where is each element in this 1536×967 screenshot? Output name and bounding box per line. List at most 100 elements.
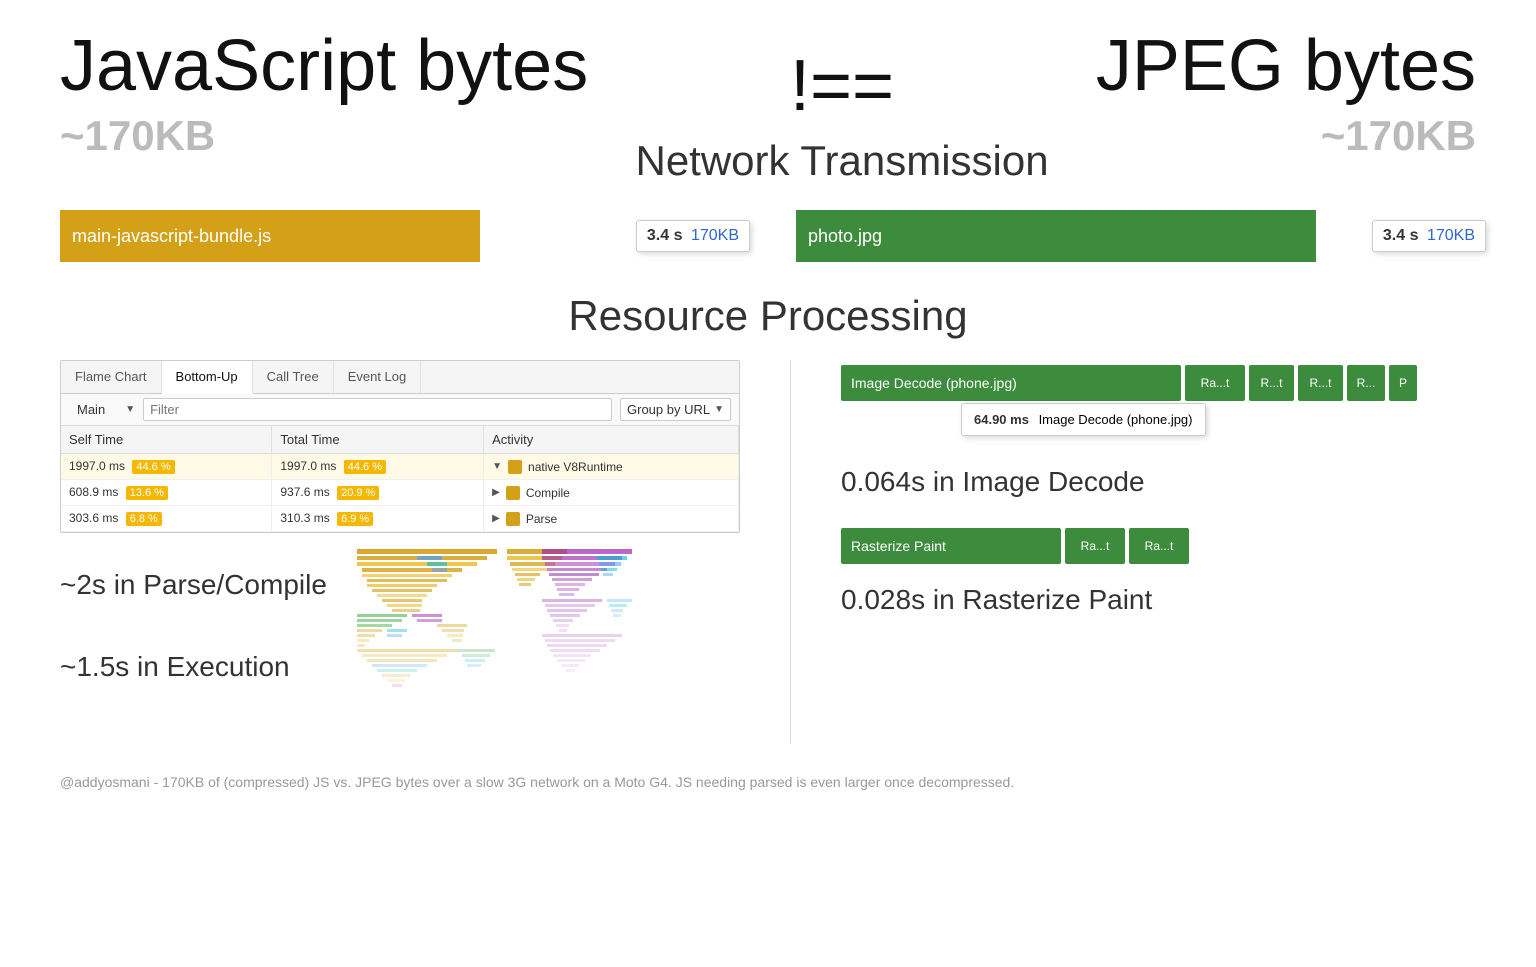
- activity-cell: ▼ native V8Runtime: [484, 454, 739, 480]
- activity-label: Parse: [526, 512, 557, 526]
- decode-tooltip-label: Image Decode (phone.jpg): [1039, 412, 1193, 427]
- activity-inner: ▶ Parse: [492, 512, 730, 526]
- tab-event-log[interactable]: Event Log: [334, 361, 422, 393]
- jpeg-bar-label: photo.jpg: [808, 226, 882, 247]
- total-pct-badge: 6.9 %: [337, 512, 373, 526]
- activity-header[interactable]: Activity: [484, 426, 739, 454]
- flame-right: [542, 549, 632, 672]
- table-row: 1997.0 ms 44.6 % 1997.0 ms 44.6 % ▼ nati…: [61, 454, 739, 480]
- group-by-dropdown[interactable]: Group by URL ▼: [620, 398, 731, 421]
- total-time-header[interactable]: Total Time: [272, 426, 484, 454]
- js-bar-container: main-javascript-bundle.js 3.4 s 170KB: [60, 210, 740, 262]
- devtools-panel: Flame Chart Bottom-Up Call Tree Event Lo…: [60, 360, 740, 533]
- jpeg-bar-tooltip: 3.4 s 170KB: [1372, 220, 1486, 252]
- self-time-cell: 1997.0 ms 44.6 %: [61, 454, 272, 480]
- decode-tooltip: 64.90 ms Image Decode (phone.jpg): [961, 403, 1206, 436]
- self-pct-badge: 13.6 %: [126, 486, 168, 500]
- rasterize-small-bar-2: Ra...t: [1129, 528, 1189, 564]
- self-time-header[interactable]: Self Time: [61, 426, 272, 454]
- total-pct-badge: 44.6 %: [344, 460, 386, 474]
- rasterize-time-label: 0.028s in Rasterize Paint: [841, 564, 1417, 621]
- devtools-tabs: Flame Chart Bottom-Up Call Tree Event Lo…: [61, 361, 739, 394]
- header-section: JavaScript bytes ~170KB !== Network Tran…: [0, 0, 1536, 195]
- decode-main-bar: Image Decode (phone.jpg): [841, 365, 1181, 401]
- text-labels-left: ~2s in Parse/Compile ~1.5s in Execution: [60, 549, 327, 688]
- flame-and-execution: ~1.5s in Execution: [60, 641, 327, 688]
- jpeg-bar: photo.jpg: [796, 210, 1316, 262]
- network-left: main-javascript-bundle.js 3.4 s 170KB: [60, 210, 740, 262]
- decode-small-bar-5: P: [1389, 365, 1417, 401]
- right-panel: Image Decode (phone.jpg) Ra...t R...t R.…: [841, 360, 1417, 744]
- table-header: Self Time Total Time Activity: [61, 426, 739, 454]
- self-time-cell: 303.6 ms 6.8 %: [61, 506, 272, 532]
- total-time-cell: 1997.0 ms 44.6 %: [272, 454, 484, 480]
- main-content: Flame Chart Bottom-Up Call Tree Event Lo…: [0, 350, 1536, 754]
- self-pct-badge: 6.8 %: [126, 512, 162, 526]
- self-pct-badge: 44.6 %: [132, 460, 174, 474]
- decode-small-bar-1: Ra...t: [1185, 365, 1245, 401]
- js-tooltip-time: 3.4 s: [647, 227, 683, 244]
- js-bar: main-javascript-bundle.js: [60, 210, 480, 262]
- bottom-left-section: ~2s in Parse/Compile ~1.5s in Execution: [60, 549, 740, 744]
- decode-small-bar-2: R...t: [1249, 365, 1294, 401]
- divider-line: [790, 360, 791, 744]
- network-right: photo.jpg 3.4 s 170KB: [796, 210, 1476, 262]
- parse-compile-label: ~2s in Parse/Compile: [60, 549, 327, 611]
- activity-inner: ▶ Compile: [492, 486, 730, 500]
- total-pct-badge: 20.9 %: [337, 486, 379, 500]
- decode-small-bar-4: R...: [1347, 365, 1385, 401]
- activity-cell: ▶ Parse: [484, 506, 739, 532]
- flame-left: [357, 549, 497, 687]
- not-equal-sign: !==: [790, 50, 894, 122]
- execution-label: ~1.5s in Execution: [60, 641, 327, 688]
- devtools-table: Self Time Total Time Activity 1997.0 ms …: [61, 426, 739, 532]
- flame-chart-visual: [357, 539, 637, 744]
- rasterize-bar-label: Rasterize Paint: [851, 538, 946, 554]
- expand-arrow[interactable]: ▼: [492, 461, 502, 472]
- rasterize-small-bar-1: Ra...t: [1065, 528, 1125, 564]
- activity-label: native V8Runtime: [528, 460, 623, 474]
- header-right: JPEG bytes ~170KB: [1096, 30, 1476, 160]
- jpeg-size-label: ~170KB: [1321, 112, 1476, 160]
- decode-small-bar-3: R...t: [1298, 365, 1343, 401]
- main-label: Main: [69, 398, 113, 421]
- tab-call-tree[interactable]: Call Tree: [253, 361, 334, 393]
- js-tooltip-size: 170KB: [691, 227, 739, 244]
- activity-icon: [508, 460, 522, 474]
- activity-icon: [506, 512, 520, 526]
- activity-icon: [506, 486, 520, 500]
- rasterize-section: Rasterize Paint Ra...t Ra...t 0.028s in …: [841, 528, 1417, 621]
- group-dropdown-arrow: ▼: [714, 404, 724, 415]
- total-time-cell: 310.3 ms 6.9 %: [272, 506, 484, 532]
- activity-cell: ▶ Compile: [484, 480, 739, 506]
- flame-chart-svg: [357, 539, 637, 739]
- header-left: JavaScript bytes ~170KB: [60, 30, 588, 160]
- rasterize-main-bar: Rasterize Paint: [841, 528, 1061, 564]
- activity-label: Compile: [526, 486, 570, 500]
- left-panel: Flame Chart Bottom-Up Call Tree Event Lo…: [60, 360, 740, 744]
- filter-input[interactable]: [143, 398, 612, 421]
- resource-processing-label: Resource Processing: [0, 277, 1536, 350]
- network-section: main-javascript-bundle.js 3.4 s 170KB ph…: [0, 195, 1536, 277]
- expand-arrow[interactable]: ▶: [492, 513, 500, 524]
- tab-flame-chart[interactable]: Flame Chart: [61, 361, 162, 393]
- activity-inner: ▼ native V8Runtime: [492, 460, 730, 474]
- jpeg-bar-container: photo.jpg 3.4 s 170KB: [796, 210, 1476, 262]
- table-row: 608.9 ms 13.6 % 937.6 ms 20.9 % ▶ Compil…: [61, 480, 739, 506]
- decode-bar-label: Image Decode (phone.jpg): [851, 375, 1017, 391]
- table-row: 303.6 ms 6.8 % 310.3 ms 6.9 % ▶ Parse: [61, 506, 739, 532]
- table-body: 1997.0 ms 44.6 % 1997.0 ms 44.6 % ▼ nati…: [61, 454, 739, 532]
- network-label: Network Transmission: [635, 137, 1048, 185]
- js-bar-tooltip: 3.4 s 170KB: [636, 220, 750, 252]
- decode-tooltip-ms: 64.90 ms: [974, 412, 1029, 427]
- expand-arrow[interactable]: ▶: [492, 487, 500, 498]
- js-size-label: ~170KB: [60, 112, 215, 160]
- image-decode-section: Image Decode (phone.jpg) Ra...t R...t R.…: [841, 360, 1417, 401]
- main-dropdown-arrow[interactable]: ▼: [125, 404, 135, 415]
- rasterize-bars: Rasterize Paint Ra...t Ra...t: [841, 528, 1417, 564]
- caption: @addyosmani - 170KB of (compressed) JS v…: [0, 754, 1536, 805]
- jpeg-tooltip-size: 170KB: [1427, 227, 1475, 244]
- decode-bar-group: Image Decode (phone.jpg) Ra...t R...t R.…: [841, 365, 1417, 401]
- tab-bottom-up[interactable]: Bottom-Up: [162, 361, 253, 394]
- header-row: Self Time Total Time Activity: [61, 426, 739, 454]
